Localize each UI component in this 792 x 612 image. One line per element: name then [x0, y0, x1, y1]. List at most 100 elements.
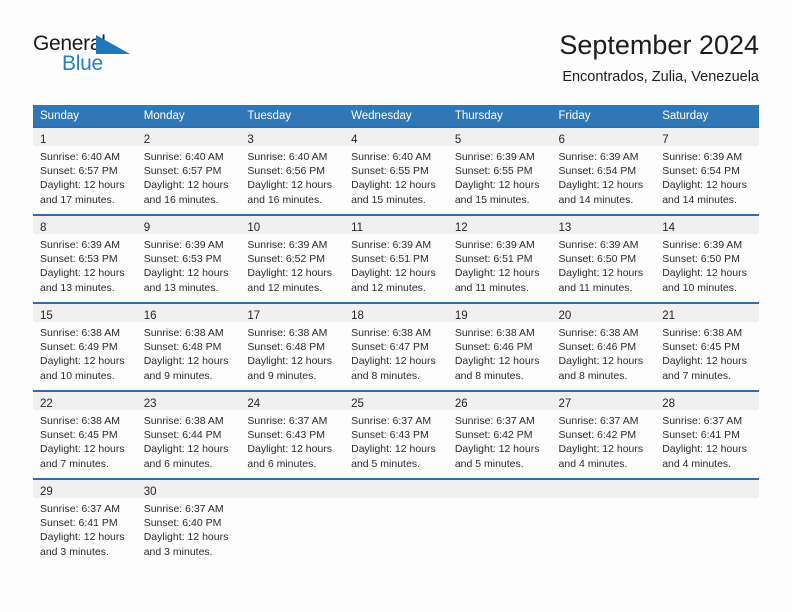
calendar-day-cell: 1 Sunrise: 6:40 AM Sunset: 6:57 PM Daylight…	[33, 126, 137, 214]
calendar-day-cell: 19 Sunrise: 6:38 AM Sunset: 6:46 PM Dayligh…	[447, 302, 552, 390]
day-number-bar: 11	[344, 214, 448, 234]
daylight-text-line2: and 15 minutes.	[454, 193, 530, 206]
day-cell-3[interactable]: 3 Sunrise: 6:40 AM Sunset: 6:56 PM Daylight…	[240, 126, 345, 214]
sunrise-text: Sunrise: 6:37 AM	[662, 415, 743, 427]
day-number-bar: 25	[344, 390, 448, 410]
day-number-bar: 12	[447, 214, 552, 234]
daylight-text-line1: Daylight: 12 hours	[454, 179, 540, 192]
day-cell-18[interactable]: 18 Sunrise: 6:38 AM Sunset: 6:47 PM Dayligh…	[344, 302, 448, 390]
sunset-text: Sunset: 6:41 PM	[40, 517, 118, 530]
sunset-text: Sunset: 6:47 PM	[351, 341, 429, 354]
day-cell-23[interactable]: 23 Sunrise: 6:38 AM Sunset: 6:44 PM Dayligh…	[136, 390, 241, 478]
sunset-text: Sunset: 6:50 PM	[662, 253, 740, 266]
day-cell-22[interactable]: 22 Sunrise: 6:38 AM Sunset: 6:45 PM Dayligh…	[33, 390, 137, 478]
day-cell-7[interactable]: 7 Sunrise: 6:39 AM Sunset: 6:54 PM Daylight…	[655, 126, 759, 214]
day-cell-13[interactable]: 13 Sunrise: 6:39 AM Sunset: 6:50 PM Dayligh…	[551, 214, 656, 302]
general-blue-logo[interactable]: General Blue	[33, 32, 153, 84]
day-number: 18	[351, 310, 364, 322]
day-cell-6[interactable]: 6 Sunrise: 6:39 AM Sunset: 6:54 PM Daylight…	[551, 126, 656, 214]
sunrise-text: Sunrise: 6:39 AM	[454, 239, 535, 251]
day-cell-26[interactable]: 26 Sunrise: 6:37 AM Sunset: 6:42 PM Dayligh…	[447, 390, 552, 478]
day-cell-empty	[447, 478, 552, 566]
sunrise-text: Sunrise: 6:40 AM	[351, 151, 432, 163]
calendar-day-cell	[655, 478, 759, 566]
daylight-text-line1: Daylight: 12 hours	[247, 267, 333, 280]
day-cell-21[interactable]: 21 Sunrise: 6:38 AM Sunset: 6:45 PM Dayligh…	[655, 302, 759, 390]
daylight-text-line2: and 4 minutes.	[558, 457, 628, 470]
day-cell-4[interactable]: 4 Sunrise: 6:40 AM Sunset: 6:55 PM Daylight…	[344, 126, 448, 214]
sunset-text: Sunset: 6:51 PM	[454, 253, 533, 266]
day-sun-info: Sunrise: 6:37 AM Sunset: 6:43 PM Daylight:…	[240, 410, 344, 471]
day-sun-info: Sunrise: 6:39 AM Sunset: 6:50 PM Daylight:…	[655, 234, 759, 295]
day-cell-15[interactable]: 15 Sunrise: 6:38 AM Sunset: 6:49 PM Dayligh…	[33, 302, 137, 390]
calendar-day-cell: 10 Sunrise: 6:39 AM Sunset: 6:52 PM Dayligh…	[240, 214, 345, 302]
sunrise-text: Sunrise: 6:37 AM	[558, 415, 639, 427]
day-number: 30	[143, 486, 157, 498]
calendar-day-cell: 6 Sunrise: 6:39 AM Sunset: 6:54 PM Daylight…	[551, 126, 656, 214]
daylight-text-line2: and 13 minutes.	[40, 281, 115, 294]
day-cell-29[interactable]: 29 Sunrise: 6:37 AM Sunset: 6:41 PM Dayligh…	[33, 478, 137, 566]
daylight-text-line2: and 12 minutes.	[247, 281, 323, 294]
daylight-text-line1: Daylight: 12 hours	[454, 443, 540, 456]
day-cell-17[interactable]: 17 Sunrise: 6:38 AM Sunset: 6:48 PM Dayligh…	[240, 302, 345, 390]
day-number: 16	[143, 310, 157, 322]
day-number-bar: 21	[655, 302, 759, 322]
day-cell-1[interactable]: 1 Sunrise: 6:40 AM Sunset: 6:57 PM Daylight…	[33, 126, 137, 214]
daylight-text-line1: Daylight: 12 hours	[454, 355, 540, 368]
calendar-day-cell: 25 Sunrise: 6:37 AM Sunset: 6:43 PM Dayligh…	[344, 390, 448, 478]
daylight-text-line1: Daylight: 12 hours	[558, 267, 644, 280]
day-sun-info: Sunrise: 6:39 AM Sunset: 6:52 PM Daylight:…	[240, 234, 344, 295]
day-cell-28[interactable]: 28 Sunrise: 6:37 AM Sunset: 6:41 PM Dayligh…	[655, 390, 759, 478]
day-cell-10[interactable]: 10 Sunrise: 6:39 AM Sunset: 6:52 PM Dayligh…	[240, 214, 345, 302]
sunset-text: Sunset: 6:54 PM	[558, 165, 637, 178]
daylight-text-line2: and 14 minutes.	[558, 193, 634, 206]
day-cell-16[interactable]: 16 Sunrise: 6:38 AM Sunset: 6:48 PM Dayligh…	[136, 302, 241, 390]
sunset-text: Sunset: 6:51 PM	[351, 253, 429, 266]
sunset-text: Sunset: 6:43 PM	[351, 429, 429, 442]
sunset-text: Sunset: 6:44 PM	[143, 429, 222, 442]
day-cell-30[interactable]: 30 Sunrise: 6:37 AM Sunset: 6:40 PM Dayligh…	[136, 478, 241, 566]
calendar-day-cell: 3 Sunrise: 6:40 AM Sunset: 6:56 PM Daylight…	[240, 126, 345, 214]
calendar-day-cell: 11 Sunrise: 6:39 AM Sunset: 6:51 PM Dayligh…	[344, 214, 448, 302]
sunset-text: Sunset: 6:53 PM	[40, 253, 118, 266]
day-sun-info: Sunrise: 6:38 AM Sunset: 6:49 PM Daylight:…	[33, 322, 137, 383]
day-number-bar	[447, 478, 552, 498]
day-cell-19[interactable]: 19 Sunrise: 6:38 AM Sunset: 6:46 PM Dayligh…	[447, 302, 552, 390]
day-cell-9[interactable]: 9 Sunrise: 6:39 AM Sunset: 6:53 PM Daylight…	[136, 214, 241, 302]
calendar-page: General Blue September 2024 Encontrados,…	[0, 0, 792, 612]
day-cell-25[interactable]: 25 Sunrise: 6:37 AM Sunset: 6:43 PM Dayligh…	[344, 390, 448, 478]
daylight-text-line2: and 16 minutes.	[143, 193, 219, 206]
day-cell-20[interactable]: 20 Sunrise: 6:38 AM Sunset: 6:46 PM Dayligh…	[551, 302, 656, 390]
day-cell-24[interactable]: 24 Sunrise: 6:37 AM Sunset: 6:43 PM Dayligh…	[240, 390, 345, 478]
day-sun-info: Sunrise: 6:40 AM Sunset: 6:55 PM Daylight:…	[344, 146, 448, 207]
day-cell-8[interactable]: 8 Sunrise: 6:39 AM Sunset: 6:53 PM Daylight…	[33, 214, 137, 302]
day-number: 6	[558, 134, 565, 146]
day-cell-11[interactable]: 11 Sunrise: 6:39 AM Sunset: 6:51 PM Dayligh…	[344, 214, 448, 302]
day-cell-27[interactable]: 27 Sunrise: 6:37 AM Sunset: 6:42 PM Dayligh…	[551, 390, 656, 478]
daylight-text-line2: and 3 minutes.	[143, 545, 213, 558]
calendar-header-row: Sunday Monday Tuesday Wednesday Thursday…	[33, 105, 759, 126]
day-cell-5[interactable]: 5 Sunrise: 6:39 AM Sunset: 6:55 PM Daylight…	[447, 126, 552, 214]
weekday-header-wednesday: Wednesday	[344, 105, 448, 126]
day-number: 8	[40, 222, 47, 234]
calendar-week-row: 29 Sunrise: 6:37 AM Sunset: 6:41 PM Dayligh…	[33, 478, 759, 566]
daylight-text-line2: and 8 minutes.	[454, 369, 524, 382]
daylight-text-line1: Daylight: 12 hours	[454, 267, 540, 280]
day-sun-info: Sunrise: 6:38 AM Sunset: 6:45 PM Daylight:…	[655, 322, 759, 383]
day-cell-12[interactable]: 12 Sunrise: 6:39 AM Sunset: 6:51 PM Dayligh…	[447, 214, 552, 302]
daylight-text-line1: Daylight: 12 hours	[662, 267, 747, 280]
sunrise-text: Sunrise: 6:37 AM	[454, 415, 535, 427]
day-number: 24	[247, 398, 261, 410]
sunrise-text: Sunrise: 6:40 AM	[143, 151, 224, 163]
day-sun-info: Sunrise: 6:38 AM Sunset: 6:47 PM Daylight:…	[344, 322, 448, 383]
day-sun-info: Sunrise: 6:37 AM Sunset: 6:41 PM Daylight:…	[655, 410, 759, 471]
sunrise-text: Sunrise: 6:38 AM	[351, 327, 432, 339]
day-cell-2[interactable]: 2 Sunrise: 6:40 AM Sunset: 6:57 PM Daylight…	[136, 126, 241, 214]
day-sun-info: Sunrise: 6:37 AM Sunset: 6:42 PM Daylight:…	[552, 410, 656, 471]
day-number-bar: 17	[240, 302, 345, 322]
calendar-day-cell	[344, 478, 448, 566]
sunset-text: Sunset: 6:40 PM	[143, 517, 222, 530]
day-cell-14[interactable]: 14 Sunrise: 6:39 AM Sunset: 6:50 PM Dayligh…	[655, 214, 759, 302]
calendar-body: 1 Sunrise: 6:40 AM Sunset: 6:57 PM Daylight…	[33, 126, 759, 566]
daylight-text-line1: Daylight: 12 hours	[143, 267, 229, 280]
